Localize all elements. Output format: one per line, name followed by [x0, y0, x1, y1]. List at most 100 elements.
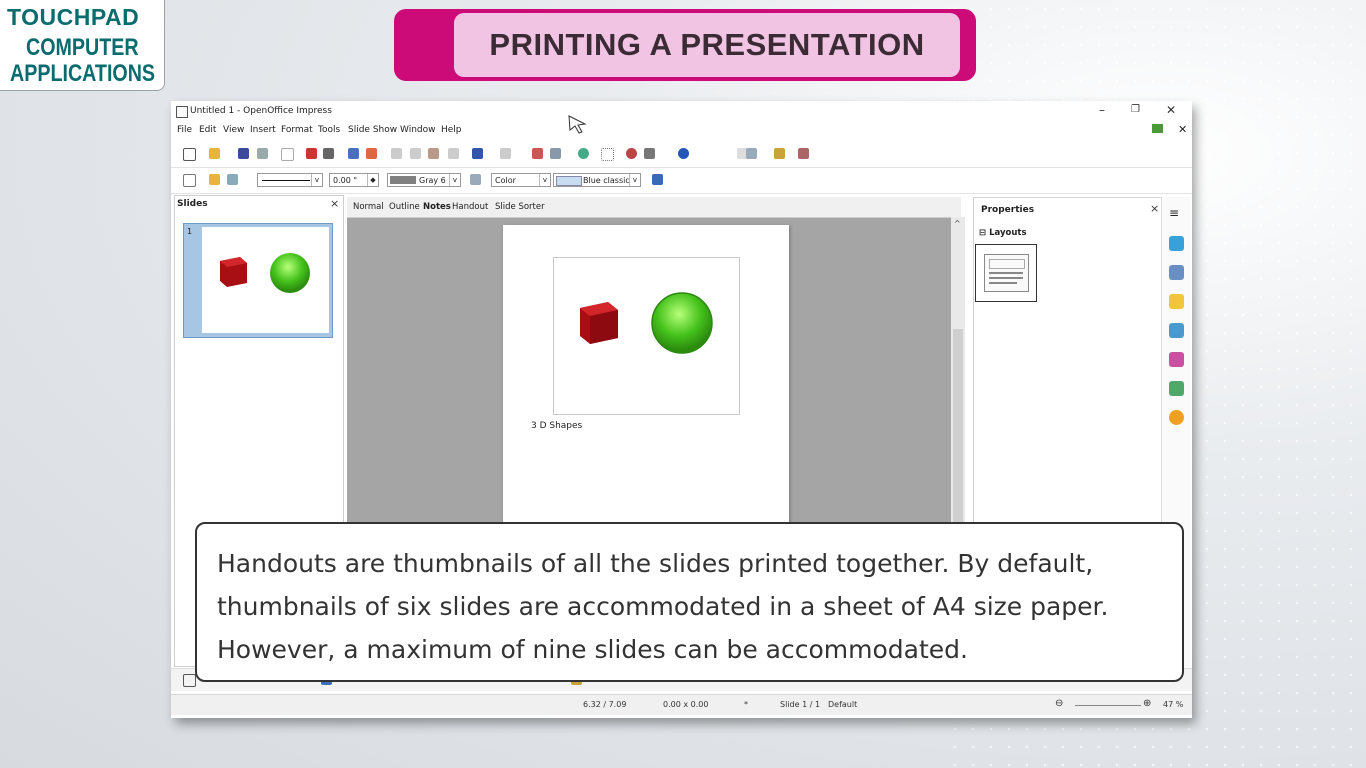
close-button[interactable]: ✕: [1166, 103, 1176, 117]
new-icon[interactable]: [183, 148, 196, 161]
menu-format[interactable]: Format: [281, 125, 313, 135]
properties-deck-icon[interactable]: [1169, 236, 1184, 251]
slide-design-icon[interactable]: [746, 148, 757, 159]
edit-file-icon[interactable]: [281, 148, 294, 161]
sphere-shape: [270, 253, 310, 293]
window-title: Untitled 1 - OpenOffice Impress: [190, 106, 332, 116]
menu-help[interactable]: Help: [441, 125, 462, 135]
tab-normal[interactable]: Normal: [353, 202, 384, 212]
slide-show-icon[interactable]: [798, 148, 809, 159]
select-icon[interactable]: [183, 674, 196, 687]
print-icon[interactable]: [323, 148, 334, 159]
zoom-out-icon[interactable]: ⊖: [1055, 698, 1063, 709]
logo-line-computer: COMPUTER: [26, 34, 139, 61]
menu-file[interactable]: File: [177, 125, 192, 135]
gallery-icon[interactable]: [1169, 381, 1184, 396]
slide-thumbnail[interactable]: 1: [183, 223, 333, 338]
tab-outline[interactable]: Outline: [389, 202, 420, 212]
menu-slide-show[interactable]: Slide Show: [348, 125, 397, 135]
minimize-button[interactable]: –: [1099, 103, 1105, 117]
menu-insert[interactable]: Insert: [250, 125, 276, 135]
custom-animation-icon[interactable]: [1169, 294, 1184, 309]
zoom-slider[interactable]: [1075, 705, 1141, 706]
page-title: PRINTING A PRESENTATION: [489, 27, 925, 62]
layouts-section[interactable]: ⊟ Layouts: [979, 228, 1027, 238]
view-tabs: Normal Outline Notes Handout Slide Sorte…: [347, 197, 961, 218]
slide-transition-icon[interactable]: [1169, 323, 1184, 338]
fill-dropdown[interactable]: Blue classic v: [553, 173, 641, 187]
slides-pane-close[interactable]: ×: [330, 197, 339, 210]
line-width-field[interactable]: 0.00 " ◆: [329, 173, 379, 187]
tab-slide-sorter[interactable]: Slide Sorter: [495, 202, 545, 212]
status-zoom[interactable]: 47 %: [1163, 700, 1183, 709]
edit-points-icon[interactable]: [183, 174, 196, 187]
menu-edit[interactable]: Edit: [199, 125, 216, 135]
impress-app-icon: [176, 106, 188, 118]
paste-icon[interactable]: [428, 148, 439, 159]
thumbnail-shapes: [220, 253, 310, 293]
menu-tools[interactable]: Tools: [318, 125, 340, 135]
navigator-icon[interactable]: [578, 148, 589, 159]
line-and-filling-toolbar: v 0.00 " ◆ Gray 6v Color v Blue classic v: [171, 167, 1192, 194]
copy-icon[interactable]: [410, 148, 421, 159]
line-style-dropdown[interactable]: v: [257, 173, 323, 187]
line-color-dropdown[interactable]: Gray 6v: [387, 173, 461, 187]
autospell-icon[interactable]: [366, 148, 377, 159]
tab-handout[interactable]: Handout: [452, 202, 488, 212]
line-color-value: Gray 6: [419, 176, 446, 185]
collapse-icon[interactable]: ⊟: [979, 228, 986, 238]
redo-icon[interactable]: [500, 148, 511, 159]
menu-window[interactable]: Window: [400, 125, 436, 135]
scroll-up-icon[interactable]: ^: [954, 219, 961, 228]
notes-slide-preview[interactable]: [553, 257, 740, 415]
save-icon[interactable]: [238, 148, 249, 159]
cut-icon[interactable]: [391, 148, 402, 159]
styles-icon[interactable]: [1169, 352, 1184, 367]
zoom-icon[interactable]: [644, 148, 655, 159]
spelling-icon[interactable]: [348, 148, 359, 159]
zoom-in-icon[interactable]: ⊕: [1143, 698, 1151, 709]
undo-icon[interactable]: [472, 148, 483, 159]
sidebar-menu-icon[interactable]: ≡: [1169, 206, 1179, 220]
open-icon[interactable]: [209, 148, 220, 159]
line-width-value: 0.00 ": [333, 176, 358, 185]
maximize-button[interactable]: ❐: [1131, 104, 1140, 115]
properties-close[interactable]: ×: [1150, 202, 1159, 215]
draw-functions-icon[interactable]: [626, 148, 637, 159]
notes-text[interactable]: 3 D Shapes: [531, 421, 582, 431]
status-slide: Slide 1 / 1: [780, 700, 821, 709]
status-master: Default: [828, 700, 858, 709]
fill-value: Blue classic: [583, 176, 630, 185]
menu-bar: File Edit View Insert Format Tools Slide…: [171, 123, 1192, 139]
update-icon[interactable]: [1152, 124, 1163, 133]
area-style-dropdown[interactable]: Color v: [491, 173, 551, 187]
area-style-value: Color: [495, 176, 516, 185]
master-pages-icon[interactable]: [1169, 265, 1184, 280]
navigator-deck-icon[interactable]: [1169, 410, 1184, 425]
mouse-cursor-icon: [568, 115, 587, 134]
shadow-icon[interactable]: [652, 174, 663, 185]
logo-line-applications: APPLICATIONS: [10, 60, 156, 87]
scroll-thumb[interactable]: [953, 329, 963, 524]
layout-option[interactable]: [975, 244, 1037, 302]
line-style-icon[interactable]: [209, 174, 220, 185]
grid-icon[interactable]: [601, 148, 614, 161]
email-icon[interactable]: [257, 148, 268, 159]
slide-thumbnail-canvas: [202, 227, 329, 333]
tab-notes[interactable]: Notes: [423, 202, 451, 212]
clone-format-icon[interactable]: [448, 148, 459, 159]
table-icon[interactable]: [550, 148, 561, 159]
layouts-label: Layouts: [989, 228, 1027, 238]
chart-icon[interactable]: [532, 148, 543, 159]
standard-toolbar: [171, 141, 1192, 168]
export-pdf-icon[interactable]: [306, 148, 317, 159]
arrow-style-icon[interactable]: [227, 174, 238, 185]
help-icon[interactable]: [678, 148, 689, 159]
close-document-button[interactable]: ✕: [1178, 123, 1187, 136]
caption-box: Handouts are thumbnails of all the slide…: [195, 522, 1184, 682]
slide-layout-icon[interactable]: [774, 148, 785, 159]
menu-view[interactable]: View: [223, 125, 244, 135]
heading-box: PRINTING A PRESENTATION: [454, 13, 960, 77]
area-style-icon[interactable]: [470, 174, 481, 185]
logo-brand: TOUCHPAD: [7, 4, 140, 30]
